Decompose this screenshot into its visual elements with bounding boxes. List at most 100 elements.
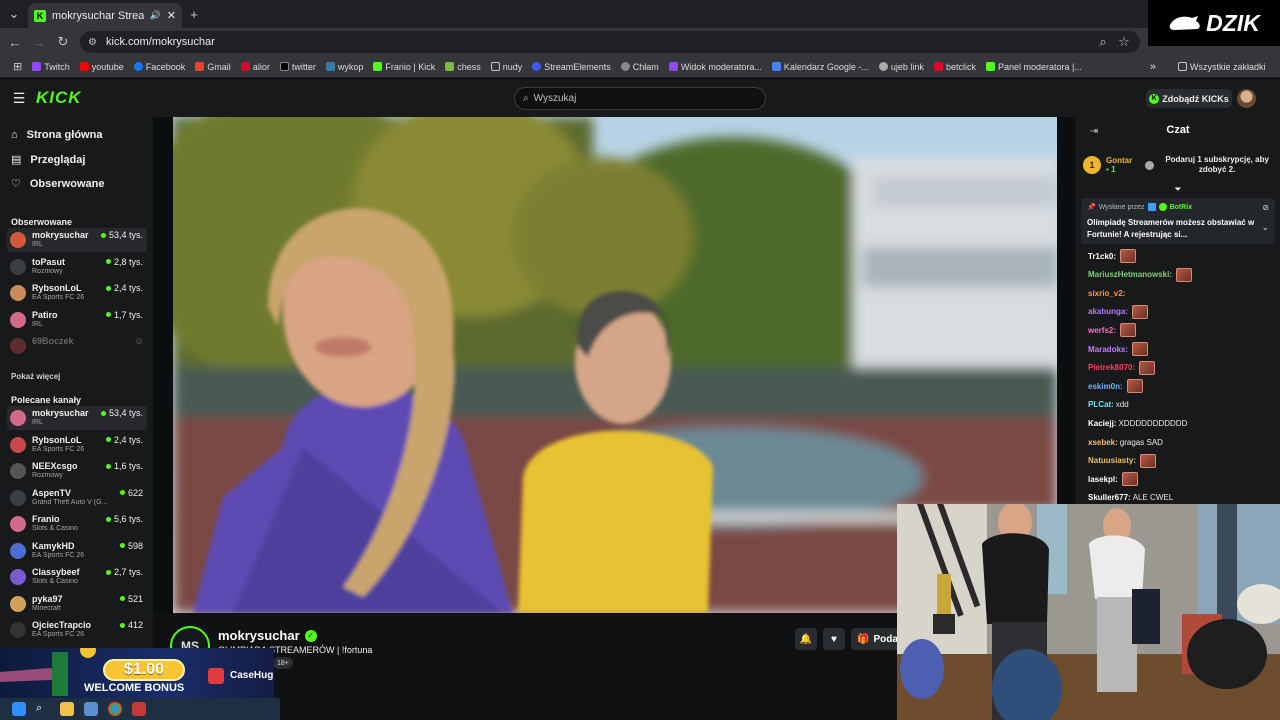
bookmark-gmail[interactable]: Gmail xyxy=(190,62,236,72)
bookmark-wykop[interactable]: wykop xyxy=(321,62,369,72)
bookmark-betclick[interactable]: betclick xyxy=(929,62,981,72)
chat-username[interactable]: Skuller677: xyxy=(1088,493,1131,502)
bookmark-franio-kick[interactable]: Franio | Kick xyxy=(368,62,440,72)
bookmark-panel-moderatora[interactable]: Panel moderatora |... xyxy=(981,62,1087,72)
chat-message[interactable]: Natuusiasty: xyxy=(1088,453,1157,469)
chat-username[interactable]: xsebek: xyxy=(1088,438,1118,447)
bookmark-twitch[interactable]: Twitch xyxy=(27,62,75,72)
streamer-name[interactable]: mokrysuchar ✓ xyxy=(218,628,317,643)
chat-message[interactable]: werfs2: xyxy=(1088,322,1137,338)
chat-username[interactable]: PLCat: xyxy=(1088,400,1114,409)
chat-username[interactable]: akabunga: xyxy=(1088,307,1128,316)
get-kicks-button[interactable]: K Zdobądź KICKs xyxy=(1146,89,1232,108)
address-bar[interactable]: ⚙ kick.com/mokrysuchar xyxy=(80,31,1140,53)
bookmark-chess[interactable]: chess xyxy=(440,62,486,72)
search-input[interactable]: ⌕ Wyszukaj xyxy=(514,87,766,110)
chrome-icon[interactable] xyxy=(108,702,122,716)
pinned-message[interactable]: 📌 Wysłane przez BotRix ⊘ Olimpiadę Strea… xyxy=(1081,198,1275,244)
follow-heart-button[interactable]: ♥ xyxy=(823,628,845,650)
unpin-icon[interactable]: ⊘ xyxy=(1262,203,1269,212)
taskbar-app-icon[interactable] xyxy=(84,702,98,716)
nav-home[interactable]: ⌂ Strona główna xyxy=(11,129,102,141)
kick-logo[interactable]: KICK xyxy=(36,88,82,108)
channel-row-aspentv[interactable]: AspenTV Grand Theft Auto V (G... 622 xyxy=(7,486,147,510)
chat-message[interactable]: Tr1ck0: xyxy=(1088,248,1137,264)
chat-username[interactable]: Natuusiasty: xyxy=(1088,456,1136,465)
chat-message[interactable]: Maradoks: xyxy=(1088,341,1149,357)
channel-row-neexcsgo[interactable]: NEEXcsgo Rozmowy 1,6 tys. xyxy=(7,459,147,483)
bookmark-twitter[interactable]: twitter xyxy=(275,62,321,72)
tab-audio-icon[interactable]: 🔊 xyxy=(150,10,161,21)
chat-message[interactable]: Pietrek8070: xyxy=(1088,360,1156,376)
user-avatar[interactable] xyxy=(1237,89,1256,108)
dzik-logo: DZIK xyxy=(1148,0,1280,46)
taskbar-search-icon[interactable]: ⌕ xyxy=(36,702,50,716)
gifter-name: Gontar xyxy=(1106,156,1133,165)
chat-username[interactable]: Tr1ck0: xyxy=(1088,252,1116,261)
casehug-ad-banner[interactable]: $1.00 WELCOME BONUS CaseHug xyxy=(0,648,274,698)
bookmarks-overflow-icon[interactable]: » xyxy=(1145,61,1161,73)
channel-row-franio[interactable]: Franio Slots & Casino 5,6 tys. xyxy=(7,512,147,536)
chat-username[interactable]: MariuszHetmanowski: xyxy=(1088,270,1172,279)
reload-icon[interactable]: ↻ xyxy=(55,34,71,50)
chat-username[interactable]: werfs2: xyxy=(1088,326,1116,335)
forward-icon[interactable]: → xyxy=(31,34,47,50)
chat-message[interactable]: sixrio_v2: xyxy=(1088,285,1127,301)
filter-icon[interactable]: ⏷ xyxy=(1172,183,1184,195)
channel-row-rybsonlol[interactable]: RybsonLoL EA Sports FC 26 2,4 tys. xyxy=(7,281,147,305)
channel-row-ojciectrapcio[interactable]: OjciecTrapcio EA Sports FC 26 412 xyxy=(7,618,147,642)
chat-message[interactable]: akabunga: xyxy=(1088,304,1149,320)
channel-row-69boczek[interactable]: 69Boczek ⊘ xyxy=(7,334,147,358)
bookmark-kalendarz-google[interactable]: Kalendarz Google -... xyxy=(767,62,874,72)
chat-message[interactable]: xsebek: gragas SAD xyxy=(1088,434,1163,450)
taskbar-app2-icon[interactable] xyxy=(132,702,146,716)
bookmark-ujeb-link[interactable]: ujeb link xyxy=(874,62,929,72)
bookmark-star-icon[interactable]: ☆ xyxy=(1116,34,1132,50)
chat-username[interactable]: Kaciejj: xyxy=(1088,419,1116,428)
chat-username[interactable]: lasekpl: xyxy=(1088,475,1118,484)
chat-message[interactable]: lasekpl: xyxy=(1088,471,1138,487)
channel-row-kamykhd[interactable]: KamykHD EA Sports FC 26 598 xyxy=(7,539,147,563)
chat-username[interactable]: eskim0n: xyxy=(1088,382,1123,391)
chat-message[interactable]: eskim0n: xyxy=(1088,378,1143,394)
file-explorer-icon[interactable] xyxy=(60,702,74,716)
back-icon[interactable]: ← xyxy=(7,34,23,50)
channel-row-mokrysuchar[interactable]: mokrysuchar IRL 53,4 tys. xyxy=(7,406,147,430)
apps-grid-icon[interactable]: ⊞ xyxy=(8,60,27,73)
channel-row-mokrysuchar[interactable]: mokrysuchar IRL 53,4 tys. xyxy=(7,228,147,252)
chat-username[interactable]: Maradoks: xyxy=(1088,345,1128,354)
chat-username[interactable]: Pietrek8070: xyxy=(1088,363,1135,372)
zoom-icon[interactable]: ⌕ xyxy=(1095,34,1111,50)
bookmark-youtube[interactable]: youtube xyxy=(75,62,129,72)
chat-message[interactable]: PLCat: xdd xyxy=(1088,397,1129,413)
bookmark-chlam[interactable]: Chłam xyxy=(616,62,664,72)
show-more-link[interactable]: Pokaż więcej xyxy=(11,372,60,381)
nav-browse[interactable]: ▤ Przeglądaj xyxy=(11,153,85,167)
channel-row-patiro[interactable]: Patiro IRL 1,7 tys. xyxy=(7,308,147,332)
windows-start-icon[interactable] xyxy=(12,702,26,716)
tab-close-icon[interactable]: ✕ xyxy=(167,9,176,22)
channel-row-classybeef[interactable]: Classybeef Slots & Casino 2,7 tys. xyxy=(7,565,147,589)
top-gifter-banner[interactable]: 1 Gontar ▪ 1 Podaruj 1 subskrypcję, aby … xyxy=(1083,148,1275,182)
bookmark-streamelements[interactable]: StreamElements xyxy=(527,62,616,72)
chat-message[interactable]: Kaciejj: XDDDDDDDDDDD xyxy=(1088,415,1187,431)
site-info-icon[interactable]: ⚙ xyxy=(88,37,97,48)
bookmark-widok-moderatora[interactable]: Widok moderatora... xyxy=(664,62,767,72)
all-bookmarks-folder[interactable]: Wszystkie zakładki xyxy=(1173,62,1271,72)
browser-tab[interactable]: K mokrysuchar Stream - Watch 🔊 ✕ xyxy=(28,3,182,28)
channel-row-pyka97[interactable]: pyka97 Minecraft 521 xyxy=(7,592,147,616)
channel-row-topasut[interactable]: toPasut Rozmowy 2,8 tys. xyxy=(7,255,147,279)
expand-chevron-icon[interactable]: ⌄ xyxy=(1261,222,1269,233)
chat-username[interactable]: sixrio_v2: xyxy=(1088,289,1125,298)
nav-following[interactable]: ♡ Obserwowane xyxy=(11,177,104,191)
gift-sub-button[interactable]: 🎁 Podar xyxy=(851,628,902,650)
menu-hamburger-icon[interactable]: ☰ xyxy=(11,90,27,106)
chat-message[interactable]: MariuszHetmanowski: xyxy=(1088,267,1193,283)
bookmark-alior[interactable]: alior xyxy=(236,62,275,72)
bookmark-facebook[interactable]: Facebook xyxy=(129,62,191,72)
channel-row-rybsonlol[interactable]: RybsonLoL EA Sports FC 26 2,4 tys. xyxy=(7,433,147,457)
bookmark-folder-nudy[interactable]: nudy xyxy=(486,62,528,72)
new-tab-icon[interactable]: + xyxy=(186,6,202,22)
tab-search-icon[interactable]: ⌄ xyxy=(6,6,22,22)
notifications-bell-button[interactable]: 🔔 xyxy=(795,628,817,650)
